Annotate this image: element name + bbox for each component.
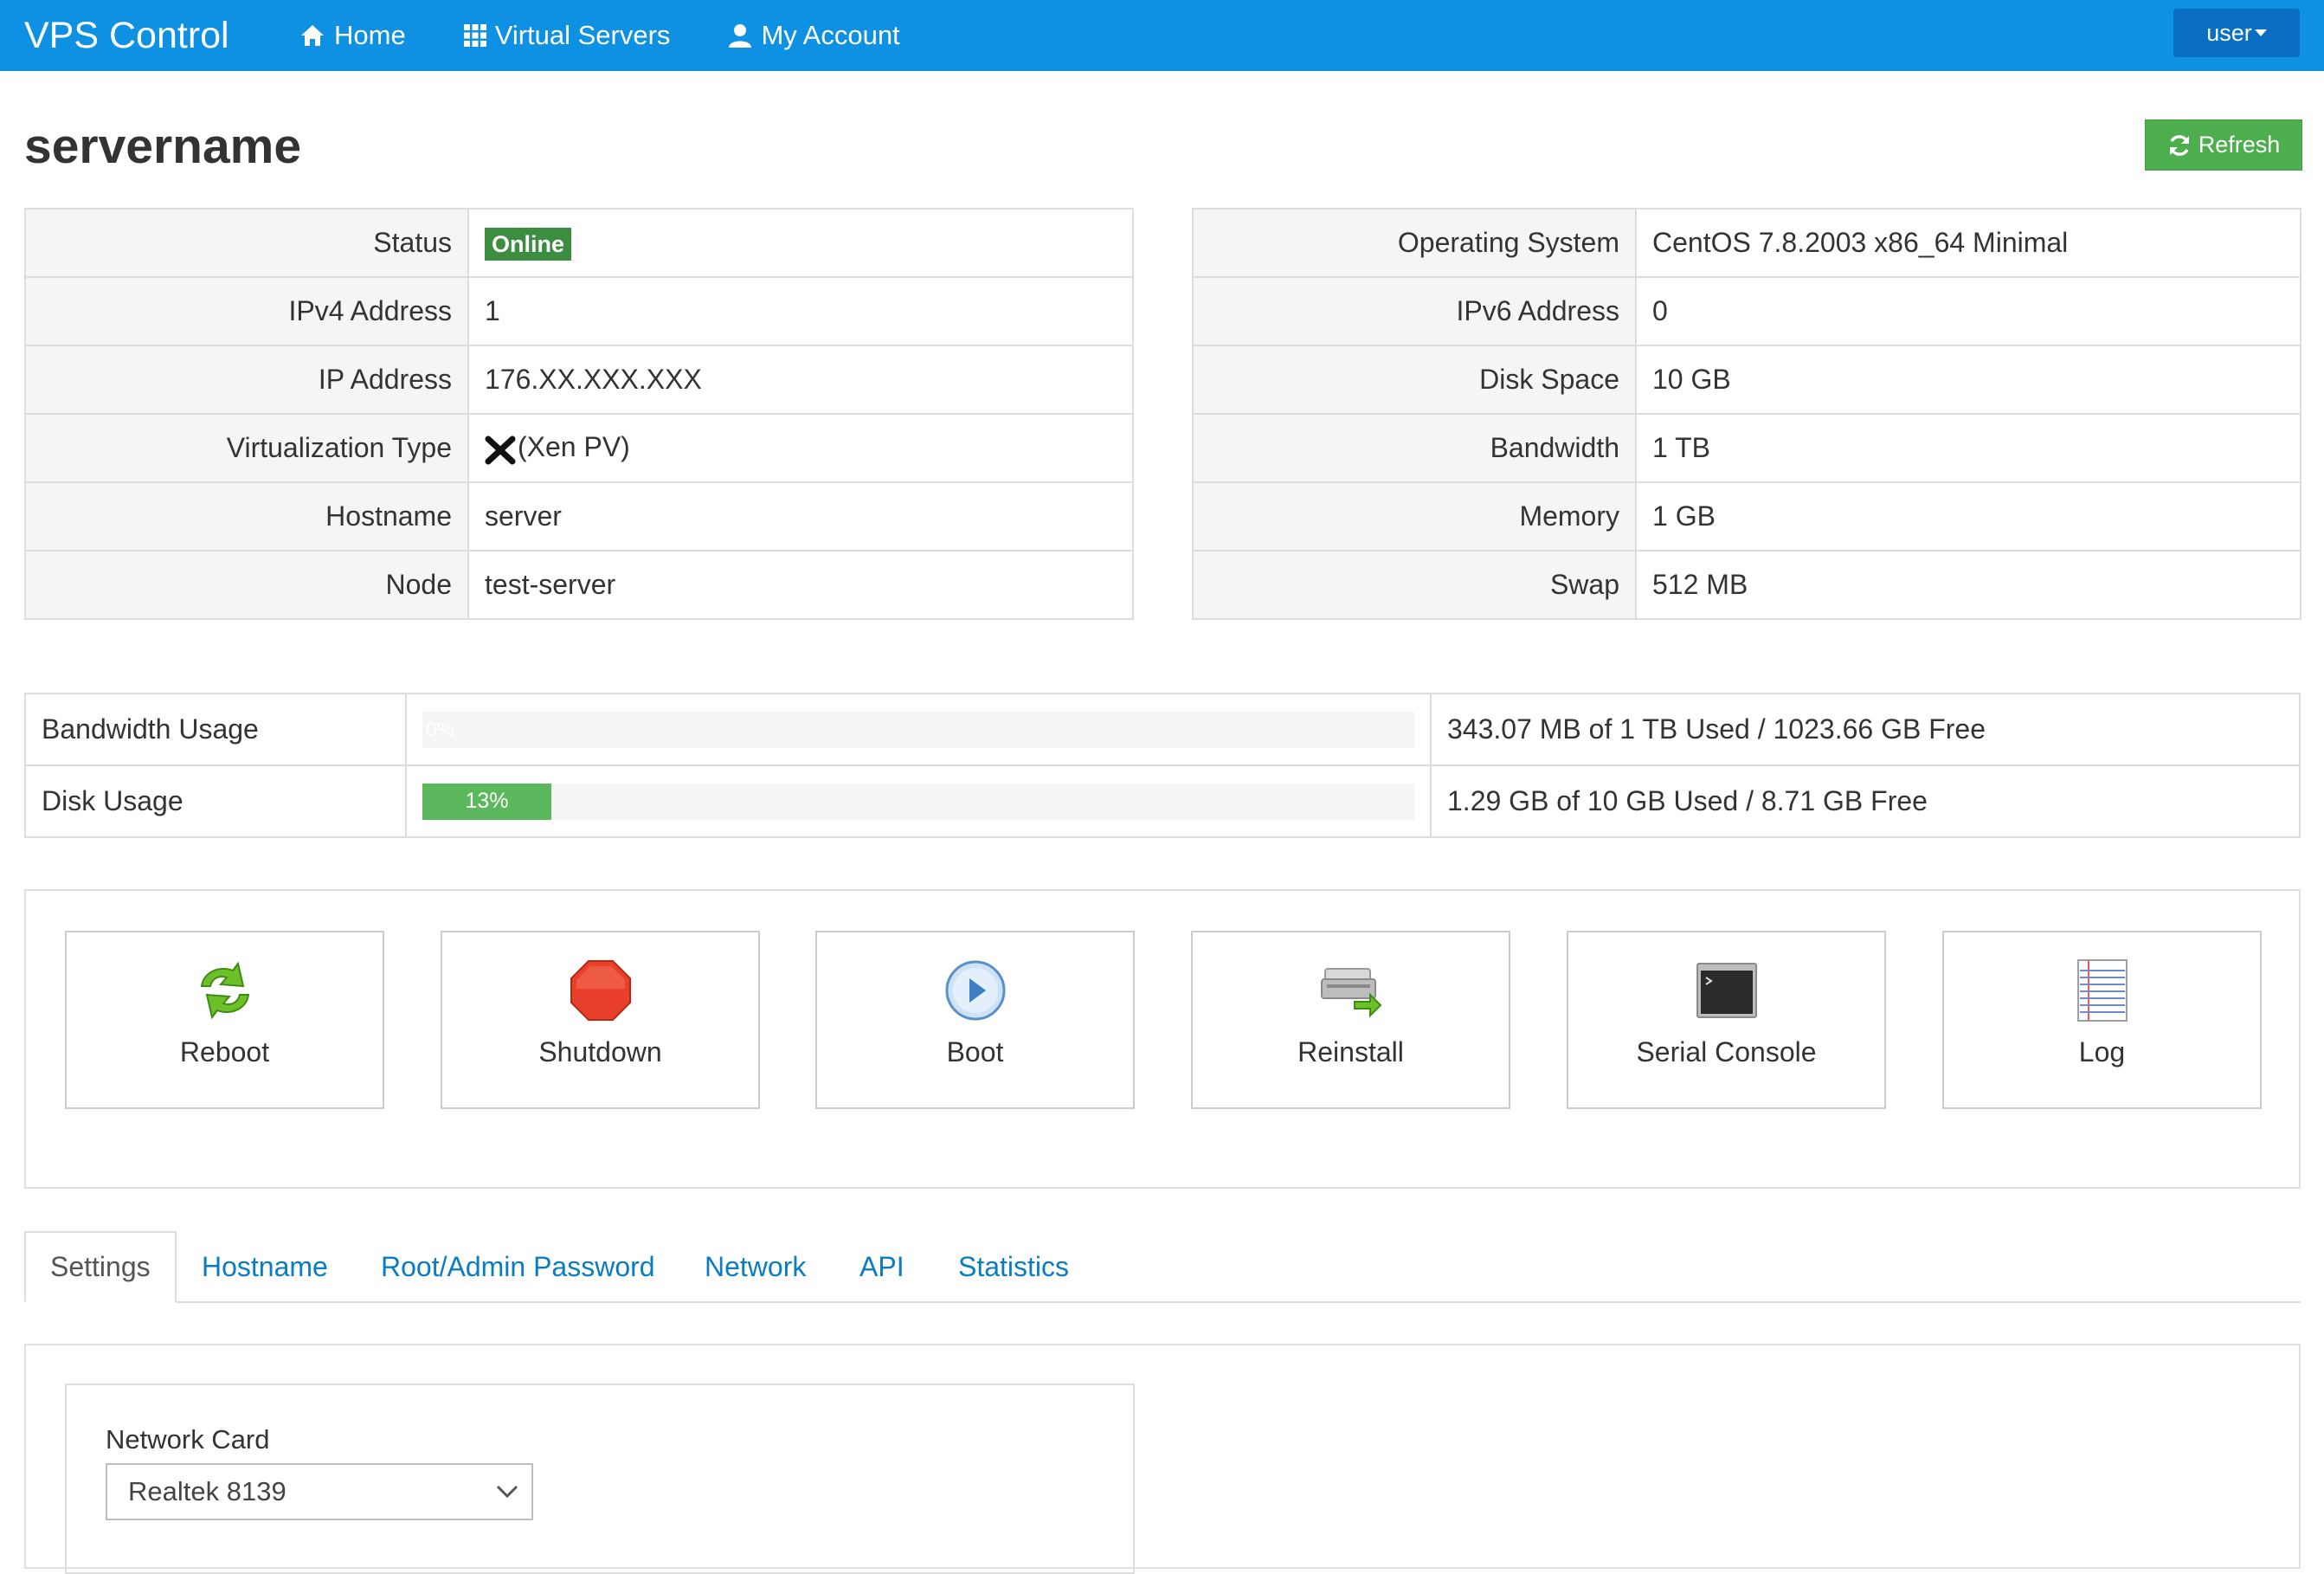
table-row: IPv4 Address 1 bbox=[24, 276, 1134, 346]
network-card-label: Network Card bbox=[106, 1424, 270, 1455]
server-specs-table: Operating System CentOS 7.8.2003 x86_64 … bbox=[1192, 208, 2301, 620]
user-menu-dropdown[interactable]: user bbox=[2173, 9, 2300, 57]
serial-console-button[interactable]: Serial Console bbox=[1567, 931, 1886, 1109]
tab-hostname[interactable]: Hostname bbox=[202, 1231, 328, 1303]
tab-api[interactable]: API bbox=[859, 1231, 904, 1303]
network-card-select[interactable]: Realtek 8139 bbox=[106, 1463, 533, 1520]
server-info-table: Status Online IPv4 Address 1 IP Address … bbox=[24, 208, 1134, 620]
reboot-icon bbox=[200, 961, 249, 1020]
os-label: Operating System bbox=[1192, 208, 1637, 278]
disk-space-label: Disk Space bbox=[1192, 345, 1637, 415]
disk-usage-percent: 13% bbox=[465, 789, 509, 813]
ipv4-value: 1 bbox=[467, 276, 1134, 346]
bandwidth-usage-label: Bandwidth Usage bbox=[24, 693, 407, 766]
reinstall-button[interactable]: Reinstall bbox=[1191, 931, 1510, 1109]
nav-virtual-servers-label: Virtual Servers bbox=[494, 20, 671, 50]
swap-value: 512 MB bbox=[1635, 550, 2301, 620]
table-row: IP Address 176.XX.XXX.XXX bbox=[24, 345, 1134, 415]
top-navbar: VPS Control Home Virtual Servers My Acco… bbox=[0, 0, 2324, 71]
table-row: Memory 1 GB bbox=[1192, 481, 2301, 552]
disk-usage-label: Disk Usage bbox=[24, 764, 407, 838]
disk-usage-progress-bar: 13% bbox=[422, 783, 1414, 820]
actions-panel: Reboot Shutdown Boot Reinstall Serial Co… bbox=[24, 889, 2301, 1189]
bandwidth-usage-progress-bar: 0% bbox=[422, 711, 1414, 748]
serial-console-icon bbox=[1696, 963, 1757, 1018]
table-row: Operating System CentOS 7.8.2003 x86_64 … bbox=[1192, 208, 2301, 278]
settings-tabs: Settings Hostname Root/Admin Password Ne… bbox=[24, 1231, 2301, 1303]
table-row: IPv6 Address 0 bbox=[1192, 276, 2301, 346]
table-row: Virtualization Type (Xen PV) bbox=[24, 413, 1134, 483]
home-icon bbox=[301, 25, 324, 46]
ipv4-label: IPv4 Address bbox=[24, 276, 469, 346]
nav-my-account-label: My Account bbox=[761, 20, 900, 50]
chevron-down-icon bbox=[496, 1485, 518, 1499]
reboot-label: Reboot bbox=[179, 1036, 270, 1068]
memory-label: Memory bbox=[1192, 481, 1637, 552]
ip-address-label: IP Address bbox=[24, 345, 469, 415]
log-button[interactable]: Log bbox=[1942, 931, 2262, 1109]
status-label: Status bbox=[24, 208, 469, 278]
bandwidth-usage-percent: 0% bbox=[426, 718, 455, 740]
refresh-button[interactable]: Refresh bbox=[2145, 119, 2302, 171]
status-badge: Online bbox=[485, 228, 572, 261]
node-label: Node bbox=[24, 550, 469, 620]
virtualization-type-label: Virtualization Type bbox=[24, 413, 469, 483]
swap-label: Swap bbox=[1192, 550, 1637, 620]
table-row: Bandwidth Usage 0% 343.07 MB of 1 TB Use… bbox=[24, 693, 2301, 766]
table-row: Bandwidth 1 TB bbox=[1192, 413, 2301, 483]
ip-address-value: 176.XX.XXX.XXX bbox=[467, 345, 1134, 415]
boot-button[interactable]: Boot bbox=[815, 931, 1135, 1109]
node-value: test-server bbox=[467, 550, 1134, 620]
shutdown-label: Shutdown bbox=[538, 1036, 662, 1068]
table-row: Disk Space 10 GB bbox=[1192, 345, 2301, 415]
tab-settings[interactable]: Settings bbox=[24, 1231, 177, 1303]
tab-network[interactable]: Network bbox=[705, 1231, 806, 1303]
user-icon bbox=[729, 24, 752, 48]
log-label: Log bbox=[2078, 1036, 2126, 1068]
nav-my-account[interactable]: My Account bbox=[728, 20, 900, 51]
bandwidth-label: Bandwidth bbox=[1192, 413, 1637, 483]
hostname-value: server bbox=[467, 481, 1134, 552]
disk-usage-summary: 1.29 GB of 10 GB Used / 8.71 GB Free bbox=[1430, 764, 2301, 838]
shutdown-icon bbox=[570, 960, 631, 1021]
bandwidth-value: 1 TB bbox=[1635, 413, 2301, 483]
virtualization-type-value: (Xen PV) bbox=[518, 431, 630, 463]
log-icon bbox=[2076, 959, 2128, 1022]
table-row: Hostname server bbox=[24, 481, 1134, 552]
usage-table: Bandwidth Usage 0% 343.07 MB of 1 TB Use… bbox=[24, 693, 2301, 838]
xen-icon bbox=[485, 435, 516, 465]
caret-down-icon bbox=[2254, 29, 2267, 36]
nav-home-label: Home bbox=[334, 20, 406, 50]
table-row: Status Online bbox=[24, 208, 1134, 278]
grid-icon bbox=[463, 24, 486, 47]
disk-usage-fill: 13% bbox=[422, 783, 551, 820]
page-title: servername bbox=[24, 119, 302, 174]
boot-icon bbox=[945, 960, 1005, 1021]
brand-logo[interactable]: VPS Control bbox=[24, 15, 299, 57]
nav-home[interactable]: Home bbox=[299, 20, 406, 51]
disk-space-value: 10 GB bbox=[1635, 345, 2301, 415]
os-value: CentOS 7.8.2003 x86_64 Minimal bbox=[1635, 208, 2301, 278]
user-menu-label: user bbox=[2206, 19, 2252, 46]
nav-virtual-servers[interactable]: Virtual Servers bbox=[463, 20, 671, 51]
tab-root-admin-password[interactable]: Root/Admin Password bbox=[381, 1231, 655, 1303]
tab-statistics[interactable]: Statistics bbox=[958, 1231, 1069, 1303]
hostname-label: Hostname bbox=[24, 481, 469, 552]
boot-label: Boot bbox=[946, 1036, 1004, 1068]
memory-value: 1 GB bbox=[1635, 481, 2301, 552]
ipv6-label: IPv6 Address bbox=[1192, 276, 1637, 346]
bandwidth-usage-summary: 343.07 MB of 1 TB Used / 1023.66 GB Free bbox=[1430, 693, 2301, 766]
ipv6-value: 0 bbox=[1635, 276, 2301, 346]
reboot-button[interactable]: Reboot bbox=[65, 931, 384, 1109]
network-card-value: Realtek 8139 bbox=[128, 1476, 286, 1506]
refresh-icon bbox=[2169, 134, 2189, 156]
table-row: Disk Usage 13% 1.29 GB of 10 GB Used / 8… bbox=[24, 764, 2301, 838]
serial-console-label: Serial Console bbox=[1636, 1036, 1817, 1068]
shutdown-button[interactable]: Shutdown bbox=[441, 931, 760, 1109]
refresh-label: Refresh bbox=[2198, 132, 2281, 158]
table-row: Swap 512 MB bbox=[1192, 550, 2301, 620]
reinstall-label: Reinstall bbox=[1297, 1036, 1404, 1068]
table-row: Node test-server bbox=[24, 550, 1134, 620]
reinstall-icon bbox=[1320, 968, 1381, 1017]
